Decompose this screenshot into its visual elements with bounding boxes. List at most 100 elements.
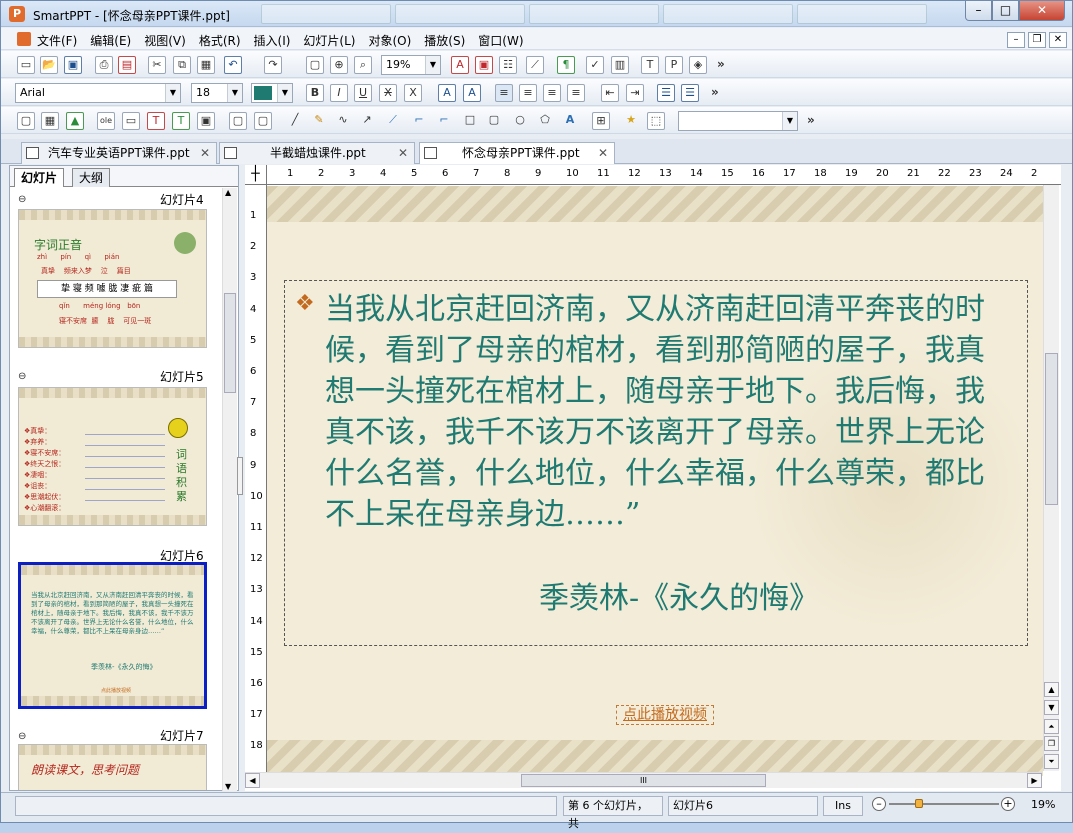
curved-connector-icon[interactable]: ⌐ (435, 112, 453, 130)
grid-icon[interactable]: ▦ (41, 112, 59, 130)
zoom-select[interactable]: 19% ▼ (381, 55, 441, 75)
slide-icon[interactable]: T (641, 56, 659, 74)
close-button[interactable]: ✕ (1019, 1, 1065, 21)
font-size-select[interactable]: 18 ▼ (191, 83, 243, 103)
bold-icon[interactable]: B (306, 84, 324, 102)
menu-view[interactable]: 视图(V) (144, 32, 186, 49)
text-box-icon[interactable]: A (451, 56, 469, 74)
slide-thumbnail-7[interactable]: 朗读课文，思考问题 (18, 744, 207, 790)
menu-play[interactable]: 播放(S) (424, 32, 465, 49)
picture-icon[interactable]: ▣ (475, 56, 493, 74)
ole-icon[interactable]: ole (97, 112, 115, 130)
ellipse-icon[interactable]: ○ (511, 112, 529, 130)
next-slide-icon[interactable]: ⏷ (1044, 754, 1059, 769)
editor-vertical-scrollbar[interactable]: ▲ ▼ ⏶ ❐ ⏷ (1043, 185, 1059, 771)
font-name-select[interactable]: Arial ▼ (15, 83, 181, 103)
app-icon[interactable]: P (9, 6, 25, 22)
scroll-right-icon[interactable]: ▶ (1027, 773, 1042, 788)
font-color-select[interactable]: ▼ (251, 83, 293, 103)
scroll-up-icon[interactable]: ▲ (225, 188, 231, 197)
scroll-down-icon[interactable]: ▼ (1044, 700, 1059, 715)
menu-insert[interactable]: 插入(I) (254, 32, 291, 49)
close-icon[interactable]: ✕ (200, 143, 210, 163)
more-toolbar-icon[interactable]: » (717, 57, 725, 71)
strikethrough-icon[interactable]: X (379, 84, 397, 102)
group-icon[interactable]: ▢ (229, 112, 247, 130)
panel-splitter[interactable] (237, 457, 243, 495)
restore-view-icon[interactable]: ❐ (1044, 736, 1059, 751)
zoom-out-icon[interactable]: – (872, 797, 886, 811)
star-icon[interactable]: ★ (622, 112, 640, 130)
scroll-left-icon[interactable]: ◀ (245, 773, 260, 788)
paste-icon[interactable]: ▦ (197, 56, 215, 74)
bullet-list-icon[interactable]: ☰ (657, 84, 675, 102)
cut-icon[interactable]: ✂ (148, 56, 166, 74)
rectangle-icon[interactable]: □ (461, 112, 479, 130)
autoshape-icon[interactable]: ⬠ (536, 112, 554, 130)
scroll-down-icon[interactable]: ▼ (225, 782, 231, 791)
rounded-rectangle-icon[interactable]: ▢ (485, 112, 503, 130)
mdi-close-button[interactable]: ✕ (1049, 32, 1067, 48)
close-icon[interactable]: ✕ (398, 143, 408, 163)
tab-slides[interactable]: 幻灯片 (14, 168, 65, 187)
slide-expand-icon[interactable]: ⊖ (18, 372, 29, 383)
menu-format[interactable]: 格式(R) (199, 32, 241, 49)
tab-document-1[interactable]: 汽车专业英语PPT课件.ppt ✕ (21, 142, 217, 164)
status-insert-mode[interactable]: Ins (823, 796, 863, 816)
fit-icon[interactable]: ▢ (306, 56, 324, 74)
slide-expand-icon[interactable]: ⊖ (18, 195, 29, 206)
menu-window[interactable]: 窗口(W) (478, 32, 523, 49)
slide-expand-icon[interactable]: ⊖ (18, 732, 29, 743)
grow-font-icon[interactable]: A (438, 84, 456, 102)
justify-icon[interactable]: ≡ (567, 84, 585, 102)
text-placeholder[interactable]: ❖ 当我从北京赶回济南，又从济南赶回清平奔丧的时候，看到了母亲的棺材，看到那简陋… (284, 280, 1028, 646)
pdf-icon[interactable]: ▤ (118, 56, 136, 74)
slide-thumbnail-4[interactable]: 字词正音 zhì pín qì pián 真挚 频来入梦 泣 篇目 挚 寝 频 … (18, 209, 207, 348)
underline-icon[interactable]: U (354, 84, 372, 102)
elbow-connector-icon[interactable]: ⌐ (410, 112, 428, 130)
menu-file[interactable]: 文件(F) (37, 32, 77, 49)
slide-canvas[interactable]: ❖ 当我从北京赶回济南，又从济南赶回清平奔丧的时候，看到了母亲的棺材，看到那简陋… (267, 186, 1043, 776)
line-icon[interactable]: ╱ (286, 112, 304, 130)
horizontal-scroll-thumb[interactable]: III (521, 774, 766, 787)
numbered-list-icon[interactable]: ☰ (681, 84, 699, 102)
vertical-scroll-thumb[interactable] (1045, 353, 1058, 505)
play-video-link[interactable]: 点此播放视频 (616, 705, 714, 725)
text-frame-icon[interactable]: T (147, 112, 165, 130)
zoom-icon[interactable]: ⊕ (330, 56, 348, 74)
menu-object[interactable]: 对象(O) (368, 32, 411, 49)
open-folder-icon[interactable]: 📂 (40, 56, 58, 74)
ruler-corner-icon[interactable]: ┼ (245, 165, 267, 185)
menu-slide[interactable]: 幻灯片(L) (303, 32, 355, 49)
tab-document-2[interactable]: 半截蜡烛课件.ppt ✕ (219, 142, 415, 164)
pen-icon[interactable]: ✎ (310, 112, 328, 130)
mdi-restore-button[interactable]: ❐ (1028, 32, 1046, 48)
image-icon[interactable]: ▲ (66, 112, 84, 130)
wordart-icon[interactable]: A (561, 112, 579, 130)
connector-icon[interactable]: ⟋ (384, 112, 402, 130)
clear-format-icon[interactable]: X (404, 84, 422, 102)
zoom-knob[interactable] (915, 799, 923, 808)
format-painter-icon[interactable]: ⟋ (526, 56, 544, 74)
mdi-minimize-button[interactable]: – (1007, 32, 1025, 48)
align-right-icon[interactable]: ≡ (543, 84, 561, 102)
ungroup-icon[interactable]: ▢ (254, 112, 272, 130)
slide-author[interactable]: 季羡林-《永久的悔》 (539, 573, 819, 617)
panel-scrollbar[interactable]: ▲ ▼ (222, 188, 237, 791)
shrink-font-icon[interactable]: A (463, 84, 481, 102)
minimize-button[interactable]: – (965, 1, 992, 21)
align-objects-icon[interactable]: ⊞ (592, 112, 610, 130)
shape-frame-icon[interactable]: ▭ (122, 112, 140, 130)
chart-icon[interactable]: ▥ (611, 56, 629, 74)
italic-icon[interactable]: I (330, 84, 348, 102)
stack-icon[interactable]: ◈ (689, 56, 707, 74)
zoom-in-icon[interactable]: + (1001, 797, 1015, 811)
redo-icon[interactable]: ↷ (264, 56, 282, 74)
document-icon[interactable] (17, 32, 31, 46)
align-center-icon[interactable]: ≡ (519, 84, 537, 102)
maximize-button[interactable]: □ (992, 1, 1019, 21)
picture-frame-icon[interactable]: ▣ (197, 112, 215, 130)
align-left-icon[interactable]: ≡ (495, 84, 513, 102)
editor-horizontal-scrollbar[interactable]: ◀ III ▶ (245, 772, 1042, 788)
previous-slide-icon[interactable]: ⏶ (1044, 719, 1059, 734)
